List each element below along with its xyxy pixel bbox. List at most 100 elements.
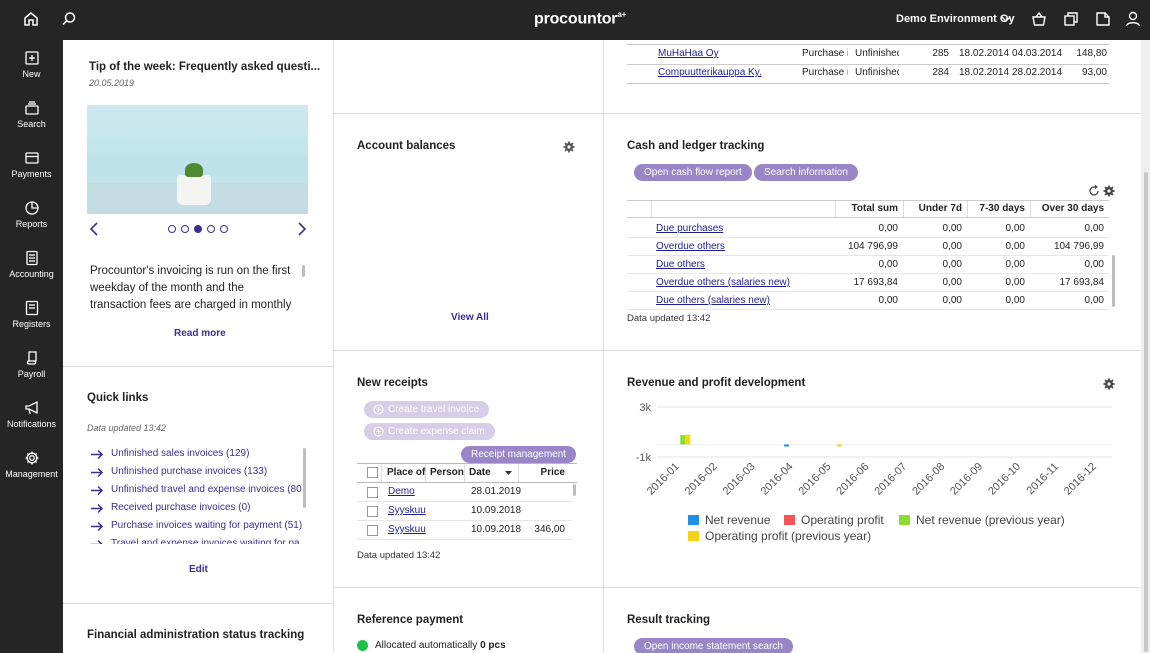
column-header[interactable]: Under 7d xyxy=(904,203,962,214)
page-scrollbar[interactable] xyxy=(1144,172,1148,652)
column-header[interactable]: Place of xyxy=(387,467,425,478)
open-cash-flow-button[interactable]: Open cash flow report xyxy=(634,164,752,181)
gear-icon[interactable] xyxy=(563,141,575,153)
basket-icon[interactable] xyxy=(1030,10,1050,30)
search-icon[interactable] xyxy=(60,10,80,30)
table-row[interactable]: Due purchases 0,00 0,00 0,00 0,00 xyxy=(627,220,1109,238)
refresh-icon[interactable] xyxy=(1088,185,1100,197)
plus-square-icon xyxy=(24,51,39,65)
sidebar-item-payroll[interactable]: Payroll xyxy=(0,350,63,396)
column-header[interactable]: 7-30 days xyxy=(968,203,1025,214)
cash-ledger-scrollbar[interactable] xyxy=(1112,255,1115,307)
over-30-days: 104 796,99 xyxy=(1053,241,1104,252)
table-row[interactable]: Compuutterikauppa Ky. Purchase i Unfinishe… xyxy=(627,65,1109,84)
brand-logo[interactable]: procountora+ xyxy=(534,10,626,28)
quick-links-scrollbar[interactable] xyxy=(303,448,306,508)
invoice-name-link[interactable]: MuHaHaa Oy xyxy=(658,48,719,59)
sidebar-item-payments[interactable]: Payments xyxy=(0,150,63,196)
table-row[interactable]: Due others (salaries new) 0,00 0,00 0,00 0,0… xyxy=(627,292,1109,310)
carousel-prev-icon[interactable] xyxy=(88,221,100,237)
ledger-row-link[interactable]: Due others (salaries new) xyxy=(656,295,770,306)
quick-links-edit[interactable]: Edit xyxy=(189,564,208,575)
create-travel-invoice-button[interactable]: Create travel invoice xyxy=(364,401,490,418)
carousel-dot[interactable] xyxy=(207,225,215,233)
sidebar-item-registers[interactable]: Registers xyxy=(0,300,63,346)
legend-label[interactable]: Operating profit xyxy=(801,513,884,527)
carousel-dot[interactable] xyxy=(168,225,176,233)
receipts-scrollbar[interactable] xyxy=(573,484,576,496)
invoice-date: 18.02.2014 xyxy=(959,48,1010,59)
table-row[interactable]: Overdue others (salaries new) 17 693,84 0,… xyxy=(627,274,1109,292)
read-more-link[interactable]: Read more xyxy=(174,328,226,339)
total-sum: 0,00 xyxy=(878,259,898,270)
invoice-name-link[interactable]: Compuutterikauppa Ky. xyxy=(658,67,762,78)
arrow-right-icon xyxy=(91,485,104,496)
chart-bar[interactable] xyxy=(680,435,686,445)
ledger-row-link[interactable]: Overdue others (salaries new) xyxy=(656,277,790,288)
gear-icon[interactable] xyxy=(1103,185,1115,197)
quick-links-list: Unfinished sales invoices (129) Unfinishe… xyxy=(90,448,302,544)
receipt-place-link[interactable]: Demo xyxy=(388,486,415,497)
select-all-checkbox[interactable] xyxy=(367,467,378,478)
ledger-row-link[interactable]: Due others xyxy=(656,259,705,270)
receipt-management-button[interactable]: Receipt management xyxy=(461,446,577,463)
receipt-place-link[interactable]: Syyskuu xyxy=(388,505,426,516)
payroll-icon xyxy=(26,351,37,365)
sort-down-icon[interactable] xyxy=(505,471,512,476)
table-row[interactable]: Demo 28.01.2019 xyxy=(357,483,572,502)
chart-bar[interactable] xyxy=(836,444,842,447)
sidebar-item-new[interactable]: New xyxy=(0,50,63,96)
table-row[interactable]: Syyskuu 10.09.2018 346,00 xyxy=(357,521,572,540)
carousel-dot-active[interactable] xyxy=(194,225,202,233)
column-divider xyxy=(333,40,334,653)
create-expense-claim-button[interactable]: Create expense claim xyxy=(364,423,495,440)
gear-icon[interactable] xyxy=(1103,378,1115,390)
new-receipts-title: New receipts xyxy=(357,377,428,389)
column-header[interactable]: Date xyxy=(469,467,491,478)
legend-label[interactable]: Net revenue xyxy=(705,513,771,527)
sidebar-item-accounting[interactable]: Accounting xyxy=(0,250,63,296)
legend-label[interactable]: Operating profit (previous year) xyxy=(705,529,871,543)
search-information-button[interactable]: Search information xyxy=(754,164,858,181)
document-icon[interactable] xyxy=(1094,10,1114,30)
legend-label[interactable]: Net revenue (previous year) xyxy=(916,513,1065,527)
chart-bar[interactable] xyxy=(685,434,691,445)
table-row[interactable]: Overdue others 104 796,99 0,00 0,00 104 796,… xyxy=(627,238,1109,256)
chart-bar[interactable] xyxy=(784,444,790,447)
windows-icon[interactable] xyxy=(1062,10,1082,30)
row-checkbox[interactable] xyxy=(367,506,378,517)
ledger-row-link[interactable]: Due purchases xyxy=(656,223,723,234)
view-all-link[interactable]: View All xyxy=(451,312,489,323)
sidebar-item-management[interactable]: Management xyxy=(0,450,63,496)
row-checkbox[interactable] xyxy=(367,525,378,536)
user-icon[interactable] xyxy=(1124,10,1144,30)
column-header[interactable]: Price xyxy=(522,467,565,478)
sidebar-item-reports[interactable]: Reports xyxy=(0,200,63,246)
carousel-dot[interactable] xyxy=(220,225,228,233)
table-row[interactable]: Syyskuu 10.09.2018 xyxy=(357,502,572,521)
carousel-dot[interactable] xyxy=(181,225,189,233)
table-row[interactable]: Due others 0,00 0,00 0,00 0,00 xyxy=(627,256,1109,274)
sidebar-item-notifications[interactable]: Notifications xyxy=(0,400,63,446)
table-row[interactable]: MuHaHaa Oy Purchase i Unfinished 285 18.02.2… xyxy=(627,46,1109,65)
total-sum: 0,00 xyxy=(878,223,898,234)
cash-ledger-table: Total sum Under 7d 7-30 days Over 30 day… xyxy=(627,200,1109,312)
7-30-days: 0,00 xyxy=(1005,277,1025,288)
tip-text-scrollbar[interactable] xyxy=(302,265,305,277)
carousel-next-icon[interactable] xyxy=(296,221,308,237)
row-checkbox[interactable] xyxy=(367,487,378,498)
tip-title[interactable]: Tip of the week: Frequently asked questi… xyxy=(89,61,320,73)
column-header[interactable]: Total sum xyxy=(836,203,898,214)
column-header[interactable]: Person xyxy=(430,467,464,478)
column-header[interactable]: Over 30 days xyxy=(1031,203,1104,214)
ledger-row-link[interactable]: Overdue others xyxy=(656,241,725,252)
sidebar-item-search[interactable]: Search xyxy=(0,100,63,146)
environment-selector[interactable]: Demo Environment Oy xyxy=(896,13,1015,25)
open-income-statement-button[interactable]: Open income statement search xyxy=(634,638,793,653)
receipt-place-link[interactable]: Syyskuu xyxy=(388,524,426,535)
x-tick-label: 2016-09 xyxy=(948,461,985,498)
tip-text: Procountor's invoicing is run on the fir… xyxy=(90,265,292,311)
home-icon[interactable] xyxy=(22,10,42,30)
invoice-type: Purchase i xyxy=(802,67,848,78)
quick-link-label: Unfinished travel and expense invoices (… xyxy=(111,484,302,495)
